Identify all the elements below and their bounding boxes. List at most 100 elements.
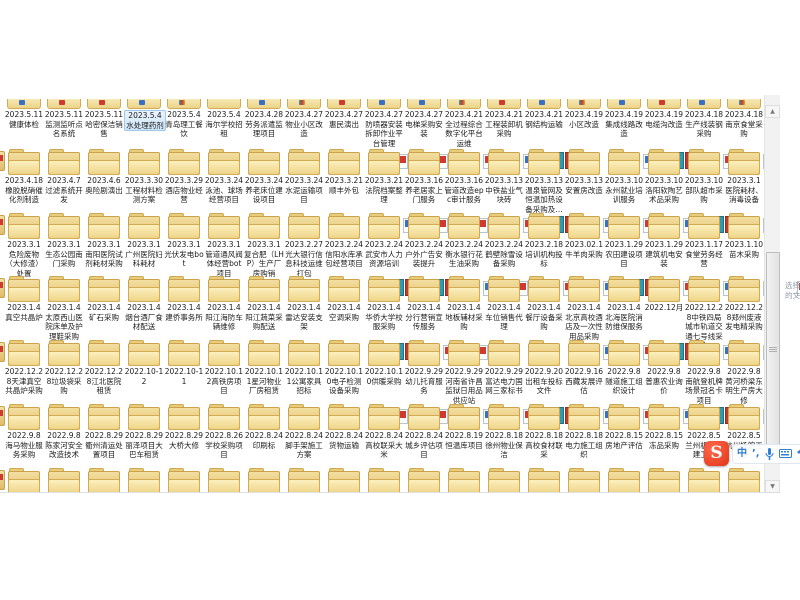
folder-item[interactable]: 2022.9.29富达电力国网三家标书	[484, 336, 524, 396]
folder-item[interactable]: 2023.4.27惠民演出	[324, 99, 364, 129]
vertical-scrollbar[interactable]: ▲ ▼	[764, 95, 780, 493]
folder-item[interactable]	[484, 464, 524, 492]
folder-item[interactable]: 2023.3.24养老床位建设项目	[244, 145, 284, 205]
folder-item[interactable]: 2023.5.4水处理药剂	[124, 99, 164, 131]
folder-item[interactable]: 2022.12.28垃圾袋采购	[44, 336, 84, 396]
folder-item[interactable]	[604, 464, 644, 492]
folder-item[interactable]: 2023.1.29农田建设项目	[604, 209, 644, 269]
skin-icon[interactable]	[797, 449, 800, 459]
folder-item[interactable]: 2022.12月	[644, 272, 684, 313]
folder-item[interactable]	[164, 464, 204, 492]
folder-item[interactable]: 2022.8.18电力施工组织	[564, 400, 604, 460]
folder-item[interactable]: 2023.5.4青岛理工餐饮	[164, 99, 204, 139]
voice-input-icon[interactable]	[765, 448, 774, 460]
ime-toolbar[interactable]: S 中’,	[704, 441, 800, 466]
folder-item[interactable]: 2023.4.6奥险剧演出	[84, 145, 124, 195]
folder-item[interactable]	[284, 464, 324, 492]
folder-item[interactable]: 2023.1.4北京高校酒店及一次性用品采购	[564, 272, 604, 341]
folder-item[interactable]: 2023.1.4车位销售代理	[484, 272, 524, 332]
folder-item[interactable]: 2023.5.11监测监听点名系统	[44, 99, 84, 139]
folder-item[interactable]: 2022.9.20出租车投标文件	[524, 336, 564, 396]
folder-item[interactable]	[4, 464, 44, 492]
folder-item[interactable]: 2022.8.15房地产评估	[604, 400, 644, 450]
folder-item[interactable]: 2023.3.13中铁盐业气块砖	[484, 145, 524, 205]
folder-item[interactable]: 2023.4.18生产线装钢采购	[684, 99, 724, 139]
folder-item[interactable]: 2022.10.10供暖采购	[364, 336, 404, 386]
folder-item[interactable]: 2022.8.24货物运输	[324, 400, 364, 450]
folder-item[interactable]	[444, 464, 484, 492]
folder-item[interactable]: 2023.3.10永州就业培训服务	[604, 145, 644, 205]
folder-item[interactable]: 2023.1.17食堂劳务经营	[684, 209, 724, 269]
folder-item[interactable]: 2022.8.18高校食材联采	[524, 400, 564, 460]
folder-item[interactable]: 2023.5.11哈密保洁销售	[84, 99, 124, 139]
folder-item[interactable]: 2022.9.16西藏发展评估	[564, 336, 604, 396]
folder-item[interactable]: 2023.2.24鹤壁除雪设备采购	[484, 209, 524, 269]
folder-item[interactable]: 2023.1.4分行营销宣传服务	[404, 272, 444, 332]
folder-item[interactable]: 2022.9.8南航登机牌场景冠名卡项目	[684, 336, 724, 405]
folder-item[interactable]: 2022.8.29丽泽项目大巴车租赁	[124, 400, 164, 460]
folder-item[interactable]: 2022.8.24城乡评估项目	[404, 400, 444, 460]
folder-item[interactable]: 2023.3.1管道通风阀体经营bot项目	[204, 209, 244, 278]
folder-item[interactable]: 2023.1.4地板辅材采购	[444, 272, 484, 332]
chinese-mode-icon[interactable]: 中	[737, 448, 747, 460]
folder-item[interactable]	[524, 464, 564, 492]
folder-item[interactable]: 2023.1.29建筑机电安装	[644, 209, 684, 269]
folder-item[interactable]: 2023.1.10苗木采购	[724, 209, 764, 259]
folder-item[interactable]: 2022.8.19恒温库项目	[444, 400, 484, 450]
folder-item[interactable]	[364, 464, 404, 492]
folder-item[interactable]: 2023.4.7过滤系统开发	[44, 145, 84, 205]
folder-item[interactable]: 2023.3.21法院档案整理	[364, 145, 404, 205]
folder-item[interactable]: 2023.3.10洛阳软陶艺术品采购	[644, 145, 684, 205]
folder-item[interactable]: 2023.1.4华侨大学校服采购	[364, 272, 404, 332]
folder-item[interactable]: 2023.5.4海尔学校招租	[204, 99, 244, 139]
folder-item[interactable]: 2023.3.16管道改造epc审计服务	[444, 145, 484, 205]
folder-item[interactable]: 2023.3.29酒店物业经营	[164, 145, 204, 205]
folder-item[interactable]: 2022.9.29幼儿托育服务	[404, 336, 444, 396]
scrollbar-thumb[interactable]	[766, 252, 780, 450]
folder-item[interactable]: 2023.2.18培训机构投标	[524, 209, 564, 269]
folder-item[interactable]	[724, 464, 764, 492]
folder-item[interactable]	[204, 464, 244, 492]
folder-item[interactable]	[644, 464, 684, 492]
folder-item[interactable]: 2022.8.18徐州物业保洁	[484, 400, 524, 460]
folder-item[interactable]	[404, 464, 444, 492]
folder-item[interactable]: 2023.4.21工程装卸机采购	[484, 99, 524, 139]
folder-item[interactable]: 2023.2.24武安市人力资源培训	[364, 209, 404, 269]
folder-item[interactable]: 2023.4.27电梯采购安装	[404, 99, 444, 139]
folder-item[interactable]: 2023.4.21钢结构运输	[524, 99, 564, 129]
folder-item[interactable]	[324, 464, 364, 492]
folder-item[interactable]: 2023.4.19电缆沟改造	[644, 99, 684, 129]
folder-item[interactable]: 2022.8.29大桥大修	[164, 400, 204, 450]
folder-item[interactable]: 2022.10.10电子检测设备采购	[324, 336, 364, 396]
folder-item[interactable]: 2022.8.24高校联采大米	[364, 400, 404, 460]
folder-item[interactable]: 2023.4.18南京食堂采购	[724, 99, 764, 139]
folder-item[interactable]: 2023.1.4太原西山医院床单及护理鞋采购	[44, 272, 84, 341]
folder-item[interactable]: 2023.3.24泳池、球场经营项目	[204, 145, 244, 205]
folder-item[interactable]	[84, 464, 124, 492]
folder-item[interactable]: 2023.1.4阳江蔬菜采购配送	[244, 272, 284, 332]
folder-item[interactable]: 2022.10.11星河物业厂房租赁	[244, 336, 284, 396]
folder-item[interactable]: 2023.3.21顺丰外包	[324, 145, 364, 195]
folder-item[interactable]: 2023.3.24水泥运输项目	[284, 145, 324, 205]
folder-item[interactable]: 2023.3.13安置房改造	[564, 145, 604, 195]
folder-item[interactable]: 2023.4.28劳务派遣监理项目	[244, 99, 284, 139]
folder-item[interactable]: 2022.9.8普惠农业询价	[644, 336, 684, 396]
folder-item[interactable]: 2023.2.24信阳水库承包经营项目	[324, 209, 364, 269]
folder-item[interactable]: 2023.3.1危险废物（大修渣）处置	[4, 209, 44, 278]
folder-item[interactable]: 2023.3.30工程材料检测方案	[124, 145, 164, 205]
folder-item[interactable]: 2023.4.19集成线路改造	[604, 99, 644, 139]
folder-item[interactable]: 2023.4.27物业小区改造	[284, 99, 324, 139]
folder-item[interactable]: 2022.8.24脚手架施工方案	[284, 400, 324, 460]
folder-item[interactable]: 2022.9.29河南省许昌监狱日用品供应站	[444, 336, 484, 405]
folder-item[interactable]	[44, 464, 84, 492]
folder-item[interactable]: 2023.1.4北海医院消防维保服务	[604, 272, 644, 332]
folder-item[interactable]: 2022.8.26学校采购项目	[204, 400, 244, 460]
folder-item[interactable]: 2023.3.1广州医院妇科耗材	[124, 209, 164, 269]
folder-item[interactable]: 2022.8.29衢州清运处置项目	[84, 400, 124, 460]
folder-item[interactable]: 2022.10-12	[124, 336, 164, 386]
folder-item[interactable]: 2022.10-11	[164, 336, 204, 386]
folder-item[interactable]: 2022.9.8黄河桥梁东明生产房大修	[724, 336, 764, 405]
folder-item[interactable]: 2023.3.1南阳医院试剂耗材采购	[84, 209, 124, 269]
folder-item[interactable]: 2023.4.18橡胶脱硝催化剂制造	[4, 145, 44, 205]
folder-item[interactable]: 2023.3.13温泉管网及恒温加热设备采购及…	[524, 145, 564, 214]
